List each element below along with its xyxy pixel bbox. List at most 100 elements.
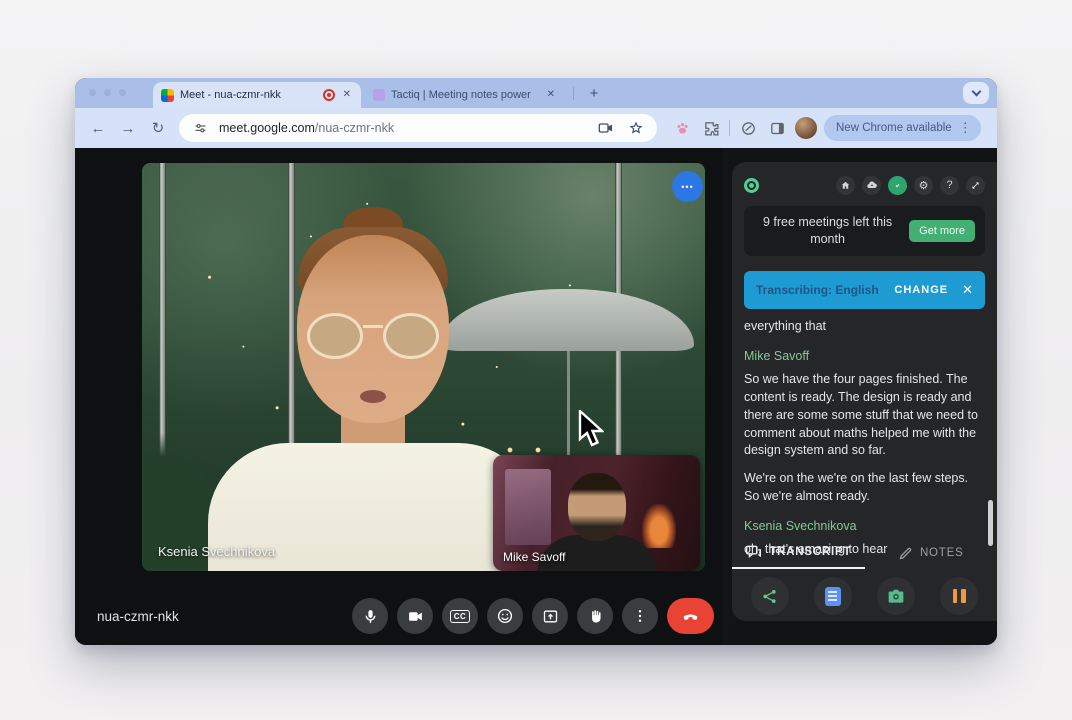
profile-avatar[interactable] xyxy=(795,117,817,139)
main-video-tile[interactable]: Ksenia Svechnikova Mike Savoff xyxy=(142,163,705,571)
tab-tactiq[interactable]: Tactiq | Meeting notes power ✕ xyxy=(365,82,565,108)
tab-search-button[interactable] xyxy=(963,82,989,104)
transcribing-label: Transcribing: English xyxy=(756,282,879,297)
pip-video-tile[interactable]: Mike Savoff xyxy=(493,455,700,571)
notes-tab-label: NOTES xyxy=(919,547,964,559)
bookmark-star-icon[interactable] xyxy=(625,117,647,139)
get-more-button[interactable]: Get more xyxy=(909,219,975,242)
participant-mouth xyxy=(359,390,386,403)
tactiq-header-buttons: ⚙ ? xyxy=(836,175,985,195)
transcript-speaker: Ksenia Svechnikova xyxy=(744,518,857,533)
transcript-list[interactable]: everything that Mike Savoff So we have t… xyxy=(744,318,985,559)
transcript-line: everything that xyxy=(744,318,826,333)
pip-window xyxy=(505,468,551,546)
docs-icon xyxy=(824,586,841,606)
new-tab-button[interactable]: + xyxy=(583,82,605,104)
quota-text: 9 free meetings left this month xyxy=(762,215,893,246)
close-window-icon[interactable] xyxy=(89,89,96,96)
tab-title: Tactiq | Meeting notes power xyxy=(391,89,531,101)
tab-capture-icon[interactable] xyxy=(595,117,617,139)
update-label: New Chrome available xyxy=(836,122,952,134)
tactiq-floating-bubble[interactable]: ••• xyxy=(672,171,703,202)
pip-participant-name: Mike Savoff xyxy=(503,550,566,564)
browser-window: Meet - nua-czmr-nkk ✕ Tactiq | Meeting n… xyxy=(75,78,997,645)
pip-fireplace xyxy=(642,503,677,548)
main-participant-name: Ksenia Svechnikova xyxy=(158,544,276,559)
toolbar-divider xyxy=(729,120,730,136)
tactiq-panel: ⚙ ? 9 free meetings left this month Get … xyxy=(732,162,997,621)
google-docs-button[interactable] xyxy=(813,577,852,615)
site-settings-icon[interactable] xyxy=(189,117,211,139)
screenshot-button[interactable] xyxy=(877,577,916,615)
transcript-line: We're on the we're on the last few steps… xyxy=(744,471,969,503)
expand-icon[interactable] xyxy=(966,175,985,195)
camera-button[interactable] xyxy=(397,598,433,634)
tab-divider xyxy=(573,87,574,100)
participant-glasses xyxy=(306,313,439,359)
side-panel-icon[interactable] xyxy=(766,117,788,139)
tab-transcript[interactable]: TRANSCRIPT xyxy=(732,537,865,569)
transcript-speaker: Mike Savoff xyxy=(744,348,810,363)
help-icon[interactable]: ? xyxy=(940,175,959,195)
meet-favicon-icon xyxy=(161,88,174,102)
tactiq-sidebar: ⚙ ? 9 free meetings left this month Get … xyxy=(722,148,997,645)
circle-extension-icon[interactable] xyxy=(737,117,759,139)
url-text: meet.google.com/nua-czmr-nkk xyxy=(219,121,395,135)
tab-notes[interactable]: NOTES xyxy=(865,537,998,569)
transcribing-banner: Transcribing: English CHANGE ✕ xyxy=(744,270,985,309)
extensions-puzzle-icon[interactable] xyxy=(700,117,722,139)
call-controls: CC xyxy=(352,598,714,634)
tab-meet[interactable]: Meet - nua-czmr-nkk ✕ xyxy=(153,82,361,108)
tactiq-favicon-icon xyxy=(373,89,385,101)
zoom-window-icon[interactable] xyxy=(119,89,126,96)
forward-button[interactable]: → xyxy=(115,115,141,141)
recording-indicator-icon xyxy=(322,89,335,101)
chrome-update-button[interactable]: New Chrome available ⋮ xyxy=(824,115,981,141)
close-banner-icon[interactable]: ✕ xyxy=(962,282,973,298)
quota-banner: 9 free meetings left this month Get more xyxy=(744,206,985,256)
tactiq-action-bar xyxy=(738,577,991,615)
pink-extension-icon[interactable] xyxy=(671,117,693,139)
present-screen-button[interactable] xyxy=(532,598,568,634)
macos-traffic-lights[interactable] xyxy=(89,89,126,96)
pip-participant-face xyxy=(567,473,626,541)
meet-control-bar: nua-czmr-nkk CC xyxy=(75,588,722,645)
tab-title: Meet - nua-czmr-nkk xyxy=(180,89,281,101)
meeting-code: nua-czmr-nkk xyxy=(97,609,179,624)
microphone-button[interactable] xyxy=(352,598,388,634)
scrollbar-thumb[interactable] xyxy=(988,500,993,546)
transcript-line: So we have the four pages finished. The … xyxy=(744,372,978,458)
back-button[interactable]: ← xyxy=(85,115,111,141)
share-button[interactable] xyxy=(750,577,789,615)
tab-strip: Meet - nua-czmr-nkk ✕ Tactiq | Meeting n… xyxy=(75,78,997,108)
video-stage: Ksenia Svechnikova Mike Savoff ••• nua-c… xyxy=(75,148,722,645)
captions-button[interactable]: CC xyxy=(442,598,478,634)
tactiq-header: ⚙ ? xyxy=(744,172,985,198)
kebab-menu-icon[interactable]: ⋮ xyxy=(956,120,975,136)
address-bar[interactable]: meet.google.com/nua-czmr-nkk xyxy=(179,114,657,142)
close-tab-icon[interactable]: ✕ xyxy=(341,88,353,102)
home-icon[interactable] xyxy=(836,175,855,195)
tactiq-logo-icon xyxy=(744,177,759,193)
mouse-cursor xyxy=(578,408,606,453)
settings-gear-icon[interactable]: ⚙ xyxy=(914,175,933,195)
reactions-button[interactable] xyxy=(487,598,523,634)
tactiq-tab-bar: TRANSCRIPT NOTES xyxy=(732,537,997,569)
meet-page: Ksenia Svechnikova Mike Savoff ••• nua-c… xyxy=(75,148,997,645)
browser-toolbar: ← → ↻ meet.google.com/nua-czmr-nkk New C… xyxy=(75,108,997,148)
minimize-window-icon[interactable] xyxy=(104,89,111,96)
pause-icon xyxy=(952,589,966,603)
change-language-button[interactable]: CHANGE xyxy=(894,284,948,296)
transcript-tab-label: TRANSCRIPT xyxy=(769,546,852,558)
shield-check-icon[interactable] xyxy=(888,175,907,195)
chevron-down-icon xyxy=(971,86,981,97)
more-options-button[interactable] xyxy=(622,598,658,634)
close-tab-icon[interactable]: ✕ xyxy=(545,88,557,102)
cloud-icon[interactable] xyxy=(862,175,881,195)
raise-hand-button[interactable] xyxy=(577,598,613,634)
pause-recording-button[interactable] xyxy=(940,577,979,615)
end-call-button[interactable] xyxy=(667,598,714,634)
toolbar-extensions-area: New Chrome available ⋮ xyxy=(671,115,981,141)
cc-icon: CC xyxy=(449,609,471,623)
reload-button[interactable]: ↻ xyxy=(145,115,171,141)
